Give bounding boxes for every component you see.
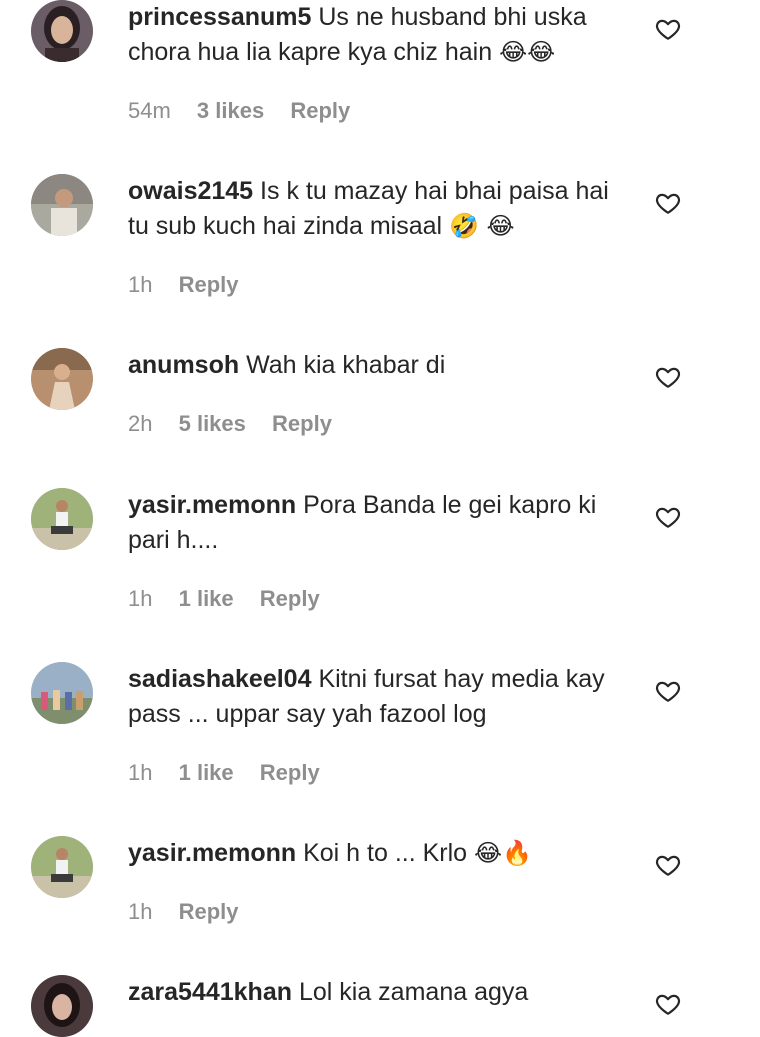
avatar[interactable] [31, 662, 93, 724]
comment-time: 1h [128, 586, 153, 611]
reply-button[interactable]: Reply [272, 409, 332, 439]
reply-button[interactable]: Reply [179, 270, 239, 300]
comment-meta: 1h 1 like Reply [128, 758, 340, 788]
man-outdoor-avatar-icon [31, 174, 93, 236]
comment-likes[interactable]: 5 likes [179, 409, 246, 439]
reply-button[interactable]: Reply [290, 96, 350, 126]
comment-username[interactable]: yasir.memonn [128, 491, 296, 519]
man-sitting-avatar-icon [31, 836, 93, 898]
comment-likes[interactable]: 1 like [179, 758, 234, 788]
group-photo-avatar-icon [31, 662, 93, 724]
comment-time: 1h [128, 272, 153, 297]
comment-text: sadiashakeel04 Kitni fursat hay media ka… [128, 662, 628, 732]
like-heart-icon[interactable] [655, 190, 681, 216]
like-heart-icon[interactable] [655, 16, 681, 42]
avatar[interactable] [31, 488, 93, 550]
reply-button[interactable]: Reply [179, 897, 239, 927]
comment-time: 54m [128, 98, 171, 123]
comment-username[interactable]: princessanum5 [128, 3, 311, 31]
reply-button[interactable]: Reply [260, 758, 320, 788]
like-heart-icon[interactable] [655, 852, 681, 878]
comment-emoji: 🤣 😂 [449, 212, 515, 240]
woman-dark-avatar-icon [31, 975, 93, 1037]
comment-username[interactable]: owais2145 [128, 177, 253, 205]
comment-body: Koi h to ... Krlo [303, 839, 468, 867]
man-sitting-avatar-icon [31, 488, 93, 550]
comment-text: princessanum5 Us ne husband bhi uska cho… [128, 0, 628, 70]
avatar[interactable] [31, 975, 93, 1037]
comment-time: 1h [128, 899, 153, 924]
like-heart-icon[interactable] [655, 678, 681, 704]
avatar[interactable] [31, 348, 93, 410]
comment-meta: 1h 1 like Reply [128, 584, 340, 614]
comment-time: 2h [128, 411, 153, 436]
comment-username[interactable]: yasir.memonn [128, 839, 296, 867]
comment-text: owais2145 Is k tu mazay hai bhai paisa h… [128, 174, 628, 244]
comment-emoji: 😂🔥 [474, 839, 532, 867]
comment-body: Wah kia khabar di [246, 351, 446, 379]
reply-button[interactable]: Reply [260, 584, 320, 614]
comment-text: yasir.memonn Pora Banda le gei kapro ki … [128, 488, 628, 558]
comment-likes[interactable]: 1 like [179, 584, 234, 614]
comment-text: anumsoh Wah kia khabar di [128, 348, 628, 383]
comment-username[interactable]: anumsoh [128, 351, 239, 379]
comment-username[interactable]: zara5441khan [128, 978, 292, 1006]
comment-text: yasir.memonn Koi h to ... Krlo 😂🔥 [128, 836, 628, 871]
comment-body: Lol kia zamana agya [298, 978, 529, 1006]
comment-time: 1h [128, 760, 153, 785]
comment-meta: 2h 5 likes Reply [128, 409, 352, 439]
like-heart-icon[interactable] [655, 504, 681, 530]
avatar[interactable] [31, 836, 93, 898]
comment-username[interactable]: sadiashakeel04 [128, 665, 311, 693]
avatar[interactable] [31, 0, 93, 62]
comment-meta: 1h Reply [128, 897, 259, 927]
comment-text: zara5441khan Lol kia zamana agya [128, 975, 628, 1010]
comment-likes[interactable]: 3 likes [197, 96, 264, 126]
woman-room-avatar-icon [31, 348, 93, 410]
comment-meta: 1h Reply [128, 270, 259, 300]
comment-emoji: 😂😂 [499, 38, 556, 66]
like-heart-icon[interactable] [655, 991, 681, 1017]
like-heart-icon[interactable] [655, 364, 681, 390]
comment-meta: 54m 3 likes Reply [128, 96, 370, 126]
woman-portrait-avatar-icon [31, 0, 93, 62]
avatar[interactable] [31, 174, 93, 236]
